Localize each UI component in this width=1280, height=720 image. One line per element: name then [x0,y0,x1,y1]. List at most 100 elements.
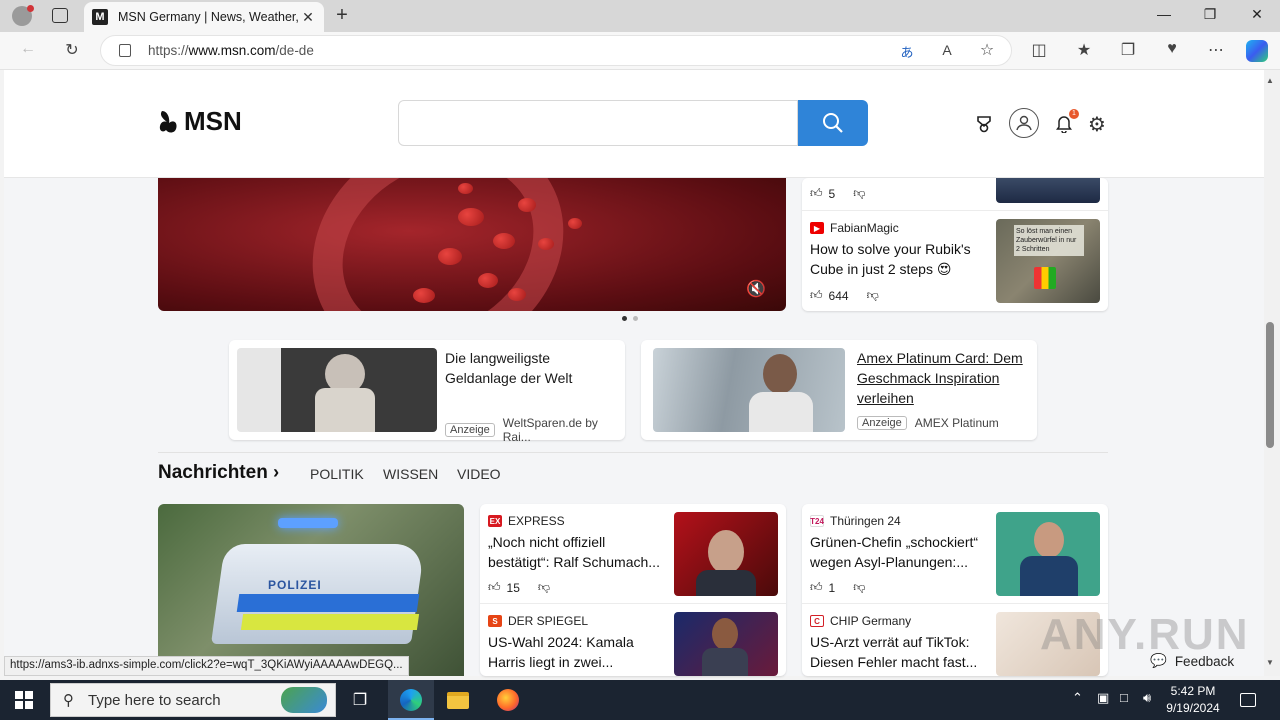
news-thumbnail-gruene[interactable] [996,512,1100,596]
news-thumbnail-harris[interactable] [674,612,778,676]
source-name: CHIP Germany [830,614,912,628]
tab-close-icon[interactable]: ✕ [300,9,316,26]
settings-gear-icon[interactable]: ⚙ [1085,112,1109,136]
chevron-right-icon: › [273,462,280,482]
news-source[interactable]: EX EXPRESS [488,514,565,528]
more-menu-icon[interactable]: ⋯ [1205,40,1227,60]
dislike-icon[interactable]: 👎︎ [853,186,865,201]
news-section-title[interactable]: Nachrichten › [158,462,279,484]
dislike-icon[interactable]: 👎︎ [853,580,865,595]
tray-chevron-icon[interactable]: ⌃ [1072,690,1083,706]
clock-date: 9/19/2024 [1166,701,1220,715]
like-icon[interactable]: 👍︎ [810,580,823,595]
video-title[interactable]: How to solve your Rubik's Cube in just 2… [810,239,985,279]
news-title[interactable]: US-Arzt verrät auf TikTok: Diesen Fehler… [810,632,990,672]
ad-title[interactable]: Die langweiligste Geldanlage der Welt [445,348,615,388]
video-source[interactable]: ▶ FabianMagic [810,221,899,235]
ad-card[interactable]: Amex Platinum Card: Dem Geschmack Inspir… [641,340,1037,440]
notification-center-icon[interactable] [1236,688,1260,712]
msn-logo[interactable]: MSN [158,106,242,137]
translate-icon[interactable]: あ [896,42,918,61]
like-icon[interactable]: 👍︎ [810,288,823,303]
back-button[interactable]: ← [17,40,39,58]
news-thumbnail-schumacher[interactable] [674,512,778,596]
news-card[interactable]: EX EXPRESS „Noch nicht offiziell bestäti… [480,504,786,676]
new-tab-button[interactable]: + [332,4,352,27]
news-source[interactable]: C CHIP Germany [810,614,911,628]
trending-card[interactable]: 👍︎ 5 👎︎ ▶ FabianMagic How to solve your … [802,178,1108,311]
close-window-button[interactable]: ✕ [1247,6,1267,23]
ad-card[interactable]: Die langweiligste Geldanlage der Welt An… [229,340,625,444]
tab-politik[interactable]: POLITIK [310,466,364,482]
tab-video[interactable]: VIDEO [457,466,501,482]
rewards-icon[interactable] [972,112,996,136]
task-view-icon[interactable]: ❐ [348,688,372,712]
start-button[interactable] [12,688,36,712]
copilot-icon[interactable] [1246,40,1268,62]
dislike-icon[interactable]: 👎︎ [538,580,550,595]
like-count: 644 [828,288,849,303]
taskbar-search-box[interactable]: ⚲ Type here to search [50,683,336,717]
msn-butterfly-icon [159,110,177,132]
carousel-dots[interactable] [622,316,638,321]
hero-video[interactable]: 🔇 [158,178,786,311]
ad-image-woman-pottery[interactable] [237,348,437,432]
feedback-label: Feedback [1174,653,1235,669]
ad-title[interactable]: Amex Platinum Card: Dem Geschmack Inspir… [857,348,1031,408]
split-screen-icon[interactable]: ◫ [1028,40,1050,60]
firefox-icon[interactable] [496,688,520,712]
restore-button[interactable]: ❐ [1200,6,1220,23]
clock-time: 5:42 PM [1170,684,1216,698]
news-source[interactable]: S DER SPIEGEL [488,614,588,628]
ad-image-woman-car[interactable] [653,348,845,432]
reactions[interactable]: 👍︎ 15 👎︎ [488,580,550,595]
favorites-icon[interactable]: ★ [1073,40,1095,60]
youtube-icon: ▶ [810,222,824,234]
network-icon[interactable]: □ [1120,690,1128,705]
search-button[interactable] [798,100,868,146]
collections-icon[interactable]: ❐ [1117,40,1139,60]
reactions[interactable]: 👍︎ 644 👎︎ [810,288,879,303]
news-title[interactable]: Grünen-Chefin „schockiert“ wegen Asyl-Pl… [810,532,990,572]
favorite-star-icon[interactable]: ☆ [976,40,998,60]
carousel-dot[interactable] [633,316,638,321]
profile-alert-dot [27,5,34,12]
search-input[interactable] [398,100,798,146]
like-icon[interactable]: 👍︎ [810,186,823,201]
like-count: 15 [506,580,520,595]
dislike-icon[interactable]: 👎︎ [867,288,879,303]
read-aloud-icon[interactable]: A [936,42,958,58]
carousel-dot-active[interactable] [622,316,627,321]
spiegel-icon: S [488,615,502,627]
lock-icon[interactable] [119,44,131,57]
taskbar-clock[interactable]: 5:42 PM 9/19/2024 [1162,683,1224,717]
like-icon[interactable]: 👍︎ [488,580,501,595]
tab-actions-icon[interactable] [52,8,68,23]
tab-msn[interactable]: M MSN Germany | News, Weather, Wea ✕ [84,2,324,32]
browser-essentials-icon[interactable]: ♥ [1161,40,1183,58]
rubiks-thumbnail[interactable]: So löst man einen Zauberwürfel in nur 2 … [996,219,1100,303]
reactions[interactable]: 👍︎ 1 👎︎ [810,580,865,595]
feedback-button[interactable]: 💬 Feedback [1140,648,1244,674]
refresh-button[interactable]: ↻ [61,40,83,60]
mute-icon[interactable]: 🔇 [746,279,766,299]
profile-avatar-icon[interactable] [1009,108,1039,138]
volume-icon[interactable]: 🔊︎ [1143,690,1151,706]
police-car-image[interactable]: POLIZEI [158,504,464,676]
url-text[interactable]: https://www.msn.com/de-de [148,43,314,58]
news-source[interactable]: T24 Thüringen 24 [810,514,901,528]
like-count: 5 [828,186,836,201]
file-explorer-icon[interactable] [446,688,470,712]
scroll-up-arrow[interactable]: ▲ [1266,76,1274,85]
tray-security-icon[interactable]: ▣ [1097,690,1109,706]
scroll-down-arrow[interactable]: ▼ [1266,658,1274,667]
scrollbar-thumb[interactable] [1266,322,1274,448]
minimize-button[interactable]: — [1154,6,1174,22]
news-title[interactable]: „Noch nicht offiziell bestätigt“: Ralf S… [488,532,668,572]
reactions[interactable]: 👍︎ 5 👎︎ [810,186,865,201]
tab-wissen[interactable]: WISSEN [383,466,438,482]
search-highlight-globe-icon [281,687,327,713]
crowd-thumbnail[interactable] [996,178,1100,203]
news-title[interactable]: US-Wahl 2024: Kamala Harris liegt in zwe… [488,632,668,672]
edge-browser-icon[interactable] [399,688,423,712]
